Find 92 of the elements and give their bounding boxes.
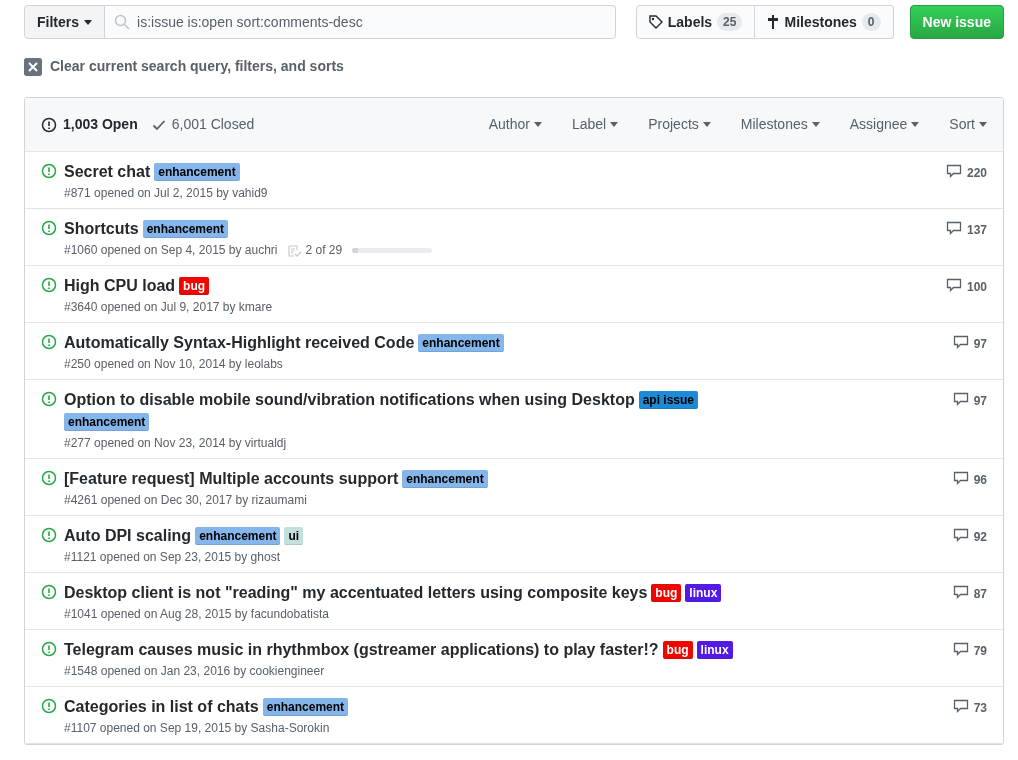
comment-icon — [952, 699, 969, 713]
issue-meta: #277 opened on Nov 23, 2014 by virtualdj — [64, 435, 287, 452]
comments-link[interactable]: 79 — [952, 639, 987, 680]
caret-icon — [702, 122, 711, 127]
labels-button[interactable]: Labels 25 — [635, 5, 756, 39]
caret-icon — [979, 122, 987, 127]
comments-link[interactable]: 220 — [945, 161, 987, 202]
issue-title-link[interactable]: Telegram causes music in rhythmbox (gstreamer applications) to play faster!? — [64, 641, 659, 658]
comment-icon — [952, 471, 969, 485]
comment-icon — [952, 335, 969, 349]
state-tab[interactable]: 1,003 Open — [41, 114, 138, 135]
issue-open-icon — [41, 470, 57, 486]
task-count: 2 of 29 — [305, 242, 343, 259]
filter-dropdown[interactable]: Projects — [648, 114, 711, 135]
issue-meta: #1121 opened on Sep 23, 2015 by ghost — [64, 549, 280, 566]
milestones-button[interactable]: Milestones 0 — [755, 5, 894, 39]
count: 25 — [717, 13, 743, 31]
issue-title-link[interactable]: Auto DPI scaling — [64, 527, 192, 544]
issue-open-icon — [41, 116, 57, 133]
issue-label[interactable]: linux — [685, 584, 722, 602]
comments-link[interactable]: 96 — [952, 468, 987, 509]
filter-dropdown[interactable]: Assignee — [849, 114, 920, 135]
comments-link[interactable]: 97 — [952, 332, 987, 373]
caret-icon — [911, 122, 920, 127]
caret-icon — [610, 122, 619, 127]
comments-link[interactable]: 137 — [945, 218, 987, 259]
issue-open-icon — [41, 163, 57, 179]
count: 0 — [861, 13, 881, 31]
issue-meta: #3640 opened on Jul 9, 2017 by kmare — [64, 299, 273, 316]
issue-label[interactable]: bug — [662, 641, 693, 659]
issue-meta: #4261 opened on Dec 30, 2017 by rizaumami — [64, 492, 307, 509]
checklist-icon — [287, 244, 302, 257]
caret-icon — [84, 19, 92, 25]
issue-meta: #250 opened on Nov 10, 2014 by leolabs — [64, 356, 283, 373]
issue-label[interactable]: linux — [696, 641, 733, 659]
issue-open-icon — [41, 584, 57, 600]
filter-dropdown[interactable]: Author — [488, 114, 542, 135]
issue-title-link[interactable]: High CPU load — [64, 277, 176, 294]
issue-label[interactable]: bug — [651, 584, 682, 602]
comment-icon — [945, 164, 962, 178]
filter-dropdown[interactable]: Sort — [949, 114, 987, 135]
issue-meta: #1548 opened on Jan 23, 2016 by cookiengineer — [64, 663, 325, 680]
comments-link[interactable]: 92 — [952, 525, 987, 566]
issue-title-link[interactable]: Option to disable mobile sound/vibration notifications when using Desktop — [64, 391, 635, 408]
issue-label[interactable]: bug — [179, 277, 210, 295]
issue-label[interactable]: enhancement — [64, 413, 150, 431]
comment-icon — [952, 585, 969, 599]
issue-label[interactable]: api issue — [638, 391, 699, 409]
filter-dropdown[interactable]: Label — [571, 114, 619, 135]
issue-open-icon — [41, 334, 57, 350]
issue-label[interactable]: enhancement — [154, 163, 240, 181]
issue-meta: #1107 opened on Sep 19, 2015 by Sasha-Sorokin — [64, 720, 330, 737]
issue-title-link[interactable]: [Feature request] Multiple accounts support — [64, 470, 399, 487]
clear-filters-link[interactable]: Clear current search query, filters, and sorts — [50, 56, 344, 77]
comment-icon — [952, 528, 969, 542]
issue-open-icon — [41, 698, 57, 714]
search-field[interactable]: is:issue is:open sort:comments-desc — [105, 5, 616, 39]
issue-title-link[interactable]: Secret chat — [64, 163, 151, 180]
comment-icon — [945, 221, 962, 235]
issue-label[interactable]: enhancement — [418, 334, 504, 352]
comment-icon — [952, 642, 969, 656]
issue-label[interactable]: enhancement — [262, 698, 349, 716]
issue-meta: #1060 opened on Sep 4, 2015 by auchri — [64, 242, 278, 259]
comments-link[interactable]: 97 — [952, 389, 987, 452]
caret-icon — [533, 122, 542, 127]
comment-icon — [952, 392, 969, 406]
issue-title-link[interactable]: Shortcuts — [64, 220, 139, 237]
filter-dropdown[interactable]: Milestones — [740, 114, 820, 135]
state-tab[interactable]: 6,001 Closed — [151, 114, 255, 135]
issue-label[interactable]: enhancement — [142, 220, 229, 238]
issue-title-link[interactable]: Categories in list of chats — [64, 698, 259, 715]
close-icon[interactable] — [24, 57, 42, 76]
issue-open-icon — [41, 527, 57, 543]
issue-meta: #1041 opened on Aug 28, 2015 by facundobatista — [64, 606, 329, 623]
issue-label[interactable]: enhancement — [402, 470, 488, 488]
issue-open-icon — [41, 641, 57, 657]
comments-link[interactable]: 73 — [952, 696, 987, 737]
issue-open-icon — [41, 277, 57, 293]
tag-icon — [648, 15, 663, 29]
issue-label[interactable]: ui — [284, 527, 304, 545]
issue-meta: #871 opened on Jul 2, 2015 by vahid9 — [64, 185, 268, 202]
caret-icon — [811, 122, 820, 127]
issue-title-link[interactable]: Desktop client is not "reading" my accentuated letters using composite keys — [64, 584, 648, 601]
comments-link[interactable]: 87 — [952, 582, 987, 623]
comments-link[interactable]: 100 — [945, 275, 987, 316]
issue-open-icon — [41, 391, 57, 407]
issue-label[interactable]: enhancement — [195, 527, 281, 545]
issue-open-icon — [41, 220, 57, 236]
signpost-icon — [767, 15, 780, 29]
filters-dropdown[interactable]: Filters — [24, 5, 105, 39]
comment-icon — [945, 278, 962, 292]
issue-title-link[interactable]: Automatically Syntax-Highlight received Code — [64, 334, 415, 351]
